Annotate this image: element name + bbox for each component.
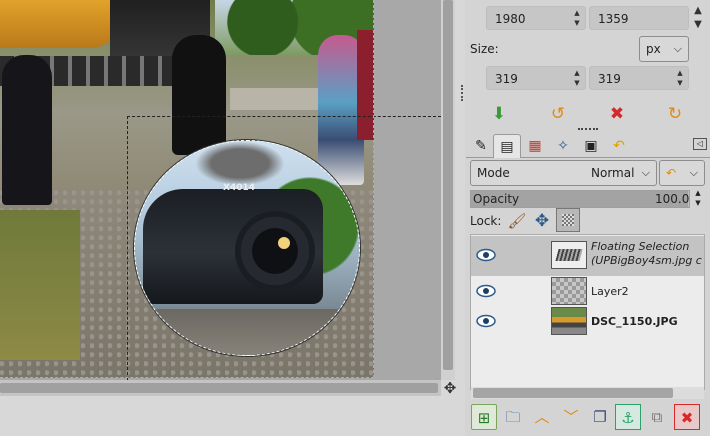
image-boundary-right — [372, 0, 374, 378]
floating-thumb-icon — [555, 249, 583, 261]
new-layer-button[interactable]: ⊞ — [471, 404, 497, 430]
lower-layer-button[interactable]: ﹀ — [558, 404, 584, 430]
vertical-scroll-thumb[interactable] — [443, 0, 453, 370]
restore-icon[interactable]: ↻ — [663, 102, 687, 126]
unit-value: px — [646, 42, 661, 56]
floating-selection[interactable]: X4014 — [134, 140, 360, 356]
layer-subtitle: (UPBigBoy4sm.jpg c — [591, 254, 702, 267]
tab-images[interactable]: ▣ — [577, 134, 605, 158]
layer-title: Layer2 — [591, 285, 629, 298]
layers-icon: ▤ — [500, 139, 514, 155]
locomotive-front — [235, 211, 315, 291]
image-boundary-bottom — [0, 376, 374, 378]
spin-arrows-icon[interactable]: ▲ ▼ — [571, 68, 583, 88]
locomotive-number: X4014 — [223, 183, 255, 193]
height-spinbox[interactable]: 1359 — [589, 6, 689, 30]
lock-label: Lock: — [470, 214, 502, 228]
layer-height-spinbox[interactable]: 319 ▲ ▼ — [589, 66, 689, 90]
lock-position-icon[interactable]: ✥ — [530, 209, 554, 233]
chevron-up-icon: ︿ — [534, 408, 550, 426]
layer-height-value: 319 — [598, 72, 621, 86]
tab-channels[interactable]: ▦ — [521, 134, 549, 158]
layer-title: DSC_1150.JPG — [591, 315, 678, 328]
mode-label: Mode — [477, 166, 510, 180]
track-ground — [135, 309, 359, 355]
chevron-down-icon: ⌵ — [689, 166, 698, 179]
spin-arrows-icon[interactable]: ▲ ▼ — [690, 4, 706, 32]
width-value: 1980 — [495, 12, 526, 26]
mode-dropdown[interactable]: Mode Normal ⌵ — [470, 160, 657, 186]
layer-row-dsc-1150[interactable]: DSC_1150.JPG — [471, 302, 704, 342]
chevron-down-icon: ⌵ — [673, 42, 682, 55]
save-preset-icon[interactable]: ⬇ — [487, 102, 511, 126]
layer-row-floating-selection[interactable]: Floating Selection (UPBigBoy4sm.jpg c — [471, 236, 704, 276]
layer-width-value: 319 — [495, 72, 518, 86]
merge-layer-button[interactable]: ⧉ — [644, 404, 670, 430]
spin-arrows-icon[interactable]: ▲ ▼ — [674, 68, 686, 88]
raise-layer-button[interactable]: ︿ — [529, 404, 555, 430]
lock-alpha-icon — [562, 214, 574, 226]
width-spinbox[interactable]: 1980 ▲ ▼ — [486, 6, 586, 30]
headlamp — [278, 237, 290, 249]
channels-icon: ▦ — [528, 138, 542, 154]
chevron-down-icon: ﹀ — [563, 408, 579, 426]
spin-arrows-icon[interactable]: ▲ ▼ — [690, 188, 706, 210]
grass — [0, 210, 80, 360]
tank-car — [0, 0, 120, 48]
eye-icon[interactable] — [476, 284, 496, 298]
new-layer-icon: ⊞ — [477, 409, 491, 427]
anchor-layer-button[interactable]: ⚓ — [615, 404, 641, 430]
unit-dropdown[interactable]: px ⌵ — [639, 36, 689, 62]
height-value: 1359 — [598, 12, 629, 26]
lock-alpha-button[interactable] — [556, 208, 580, 232]
delete-icon: ✖ — [680, 409, 694, 427]
tab-tool-options[interactable]: ✎ — [467, 134, 495, 158]
merge-icon: ⧉ — [651, 408, 663, 426]
mode-value: Normal — [591, 166, 635, 180]
layer-title: Floating Selection — [591, 240, 690, 253]
images-icon: ▣ — [584, 138, 598, 154]
reset-icon[interactable]: ↺ — [546, 102, 570, 126]
chevron-down-icon: ⌵ — [641, 166, 650, 179]
lock-pixels-icon[interactable]: 🖌 — [505, 209, 529, 233]
anchor-icon: ⚓ — [621, 409, 635, 427]
dock-grip-handle[interactable] — [461, 85, 463, 101]
folder-plus-icon: 🗀 — [505, 408, 521, 426]
layer-name: Floating Selection (UPBigBoy4sm.jpg c — [591, 240, 704, 268]
tab-menu-icon[interactable]: ◁ — [693, 138, 707, 150]
horizontal-scroll-thumb[interactable] — [0, 383, 438, 393]
layer-width-spinbox[interactable]: 319 ▲ ▼ — [486, 66, 586, 90]
status-area — [0, 396, 459, 436]
opacity-value: 100.0 — [655, 192, 690, 206]
tab-undo-history[interactable]: ↶ — [605, 134, 633, 158]
eye-icon[interactable] — [476, 314, 496, 328]
new-layer-group-button[interactable]: 🗀 — [500, 404, 526, 430]
tab-paths[interactable]: ✧ — [549, 134, 577, 158]
duplicate-layer-button[interactable]: ❐ — [587, 404, 613, 430]
smoke — [195, 141, 285, 186]
mode-reset-dropdown[interactable]: ↶ ⌵ — [659, 160, 705, 186]
navigate-icon[interactable]: ✥ — [441, 380, 459, 396]
undo-icon: ↶ — [613, 138, 625, 154]
eye-icon[interactable] — [476, 248, 496, 262]
tab-layers[interactable]: ▤ — [493, 134, 521, 158]
layer-thumbnail — [551, 241, 587, 269]
person-left — [2, 55, 52, 205]
paths-icon: ✧ — [557, 138, 569, 154]
duplicate-icon: ❐ — [593, 408, 607, 426]
delete-icon[interactable]: ✖ — [605, 102, 629, 126]
reset-mode-icon: ↶ — [666, 166, 677, 180]
spin-arrows-icon[interactable]: ▲ ▼ — [571, 8, 583, 28]
size-label: Size: — [470, 42, 499, 56]
layer-list-scroll-thumb[interactable] — [473, 388, 673, 398]
layer-thumbnail — [551, 277, 587, 305]
opacity-label: Opacity — [473, 192, 520, 206]
tool-options-icon: ✎ — [475, 138, 487, 154]
delete-layer-button[interactable]: ✖ — [674, 404, 700, 430]
layer-thumbnail — [551, 307, 587, 335]
